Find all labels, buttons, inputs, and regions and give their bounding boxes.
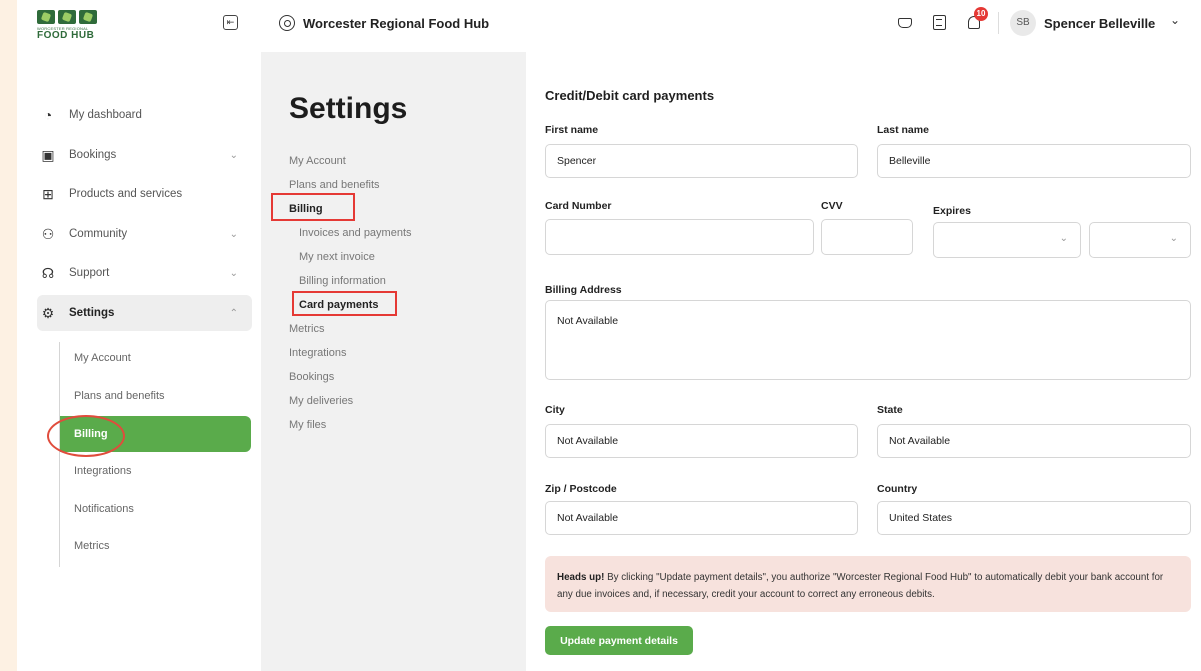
chevron-down-icon: ⌄: [229, 228, 238, 240]
annotation-box-card-payments: [292, 291, 397, 316]
chevron-up-icon: ⌃: [229, 307, 238, 319]
billing-address-field[interactable]: Not Available: [545, 300, 1191, 380]
sidebar-item-label: Support: [69, 267, 110, 279]
app-window: WORCESTER REGIONAL FOOD HUB ⇤ Worcester …: [17, 0, 1201, 671]
calendar-icon: ▣: [41, 146, 55, 163]
settings-sub-notifications[interactable]: Notifications: [60, 491, 251, 527]
state-field[interactable]: [877, 424, 1191, 458]
sidebar-item-bookings[interactable]: ▣ Bookings ⌄: [37, 137, 252, 173]
settings-panel: Settings My Account Plans and benefits B…: [261, 52, 526, 671]
settings-link-bookings[interactable]: Bookings: [289, 371, 334, 383]
sidebar-item-products[interactable]: ⊞ Products and services: [37, 176, 252, 212]
avatar[interactable]: SB: [1010, 10, 1036, 36]
zip-field[interactable]: [545, 501, 858, 535]
user-name[interactable]: Spencer Belleville: [1044, 16, 1155, 31]
gear-icon: ⚙: [41, 304, 55, 321]
state-label: State: [877, 404, 903, 416]
annotation-circle: [47, 415, 125, 457]
settings-link-billing-information[interactable]: Billing information: [299, 275, 386, 287]
chevron-down-icon: ⌄: [229, 149, 238, 161]
chevron-down-icon: ⌄: [1169, 233, 1178, 244]
card-number-label: Card Number: [545, 200, 612, 212]
last-name-field[interactable]: [877, 144, 1191, 178]
annotation-box-billing: [271, 193, 355, 221]
sidebar-item-dashboard[interactable]: ◔ My dashboard: [37, 97, 252, 133]
sidebar-item-label: Bookings: [69, 149, 117, 161]
support-icon: ☊: [41, 264, 55, 281]
sidebar-item-settings[interactable]: ⚙ Settings ⌃: [37, 295, 252, 331]
collapse-sidebar-icon[interactable]: ⇤: [223, 15, 238, 30]
notification-badge: 10: [974, 7, 988, 21]
products-icon: ⊞: [42, 185, 54, 202]
sidebar-item-label: My dashboard: [69, 109, 142, 121]
community-icon: ⚇: [41, 225, 55, 242]
settings-link-next-invoice[interactable]: My next invoice: [299, 251, 375, 263]
settings-link-integrations[interactable]: Integrations: [289, 347, 346, 359]
country-field[interactable]: [877, 501, 1191, 535]
expiry-month-select[interactable]: ⌄: [933, 222, 1081, 258]
food-hub-logo[interactable]: WORCESTER REGIONAL FOOD HUB: [37, 10, 99, 48]
card-payment-form: Credit/Debit card payments First name La…: [526, 52, 1201, 671]
settings-link-invoices[interactable]: Invoices and payments: [299, 227, 412, 239]
billing-address-label: Billing Address: [545, 284, 622, 296]
expiry-year-select[interactable]: ⌄: [1089, 222, 1191, 258]
update-payment-button[interactable]: Update payment details: [545, 626, 693, 655]
settings-link-plans[interactable]: Plans and benefits: [289, 179, 380, 191]
card-number-field[interactable]: [545, 219, 814, 255]
authorization-notice: Heads up! By clicking "Update payment de…: [545, 556, 1191, 612]
sidebar-item-label: Community: [69, 228, 128, 240]
settings-sub-plans[interactable]: Plans and benefits: [60, 378, 251, 414]
settings-sub-my-account[interactable]: My Account: [60, 340, 251, 376]
city-field[interactable]: [545, 424, 858, 458]
city-label: City: [545, 404, 565, 416]
settings-sub-integrations[interactable]: Integrations: [60, 453, 251, 489]
logo-text-line2: FOOD HUB: [37, 30, 95, 41]
header-divider: [998, 12, 999, 34]
cvv-label: CVV: [821, 200, 843, 212]
country-label: Country: [877, 483, 918, 495]
sidebar-item-community[interactable]: ⚇ Community ⌄: [37, 216, 252, 252]
zip-label: Zip / Postcode: [545, 483, 617, 495]
first-name-label: First name: [545, 124, 599, 136]
top-bar: WORCESTER REGIONAL FOOD HUB ⇤ Worcester …: [17, 0, 1201, 52]
chevron-down-icon: ⌄: [229, 267, 238, 279]
notice-heading: Heads up!: [557, 572, 605, 583]
settings-sub-metrics[interactable]: Metrics: [60, 528, 251, 564]
settings-link-my-account[interactable]: My Account: [289, 155, 346, 167]
basket-icon[interactable]: [896, 13, 914, 31]
sidebar-item-label: Settings: [69, 307, 115, 319]
notice-text: By clicking "Update payment details", yo…: [557, 572, 1164, 600]
cvv-field[interactable]: [821, 219, 913, 255]
location-pin-icon: [279, 15, 295, 31]
sidebar: ◔ My dashboard ▣ Bookings ⌄ ⊞ Products a…: [17, 52, 261, 671]
chevron-down-icon: ⌄: [1059, 233, 1068, 244]
last-name-label: Last name: [877, 124, 929, 136]
dashboard-icon: ◔: [43, 107, 53, 123]
settings-link-files[interactable]: My files: [289, 419, 326, 431]
sidebar-item-support[interactable]: ☊ Support ⌄: [37, 255, 252, 291]
settings-link-deliveries[interactable]: My deliveries: [289, 395, 353, 407]
chevron-down-icon[interactable]: ⌄: [1170, 13, 1180, 27]
expires-label: Expires: [933, 205, 971, 217]
first-name-field[interactable]: [545, 144, 858, 178]
document-icon[interactable]: [930, 13, 948, 31]
settings-link-metrics[interactable]: Metrics: [289, 323, 324, 335]
page-title: Settings: [289, 92, 408, 125]
sidebar-item-label: Products and services: [69, 188, 183, 200]
hub-name[interactable]: Worcester Regional Food Hub: [303, 16, 489, 31]
form-heading: Credit/Debit card payments: [545, 88, 715, 103]
